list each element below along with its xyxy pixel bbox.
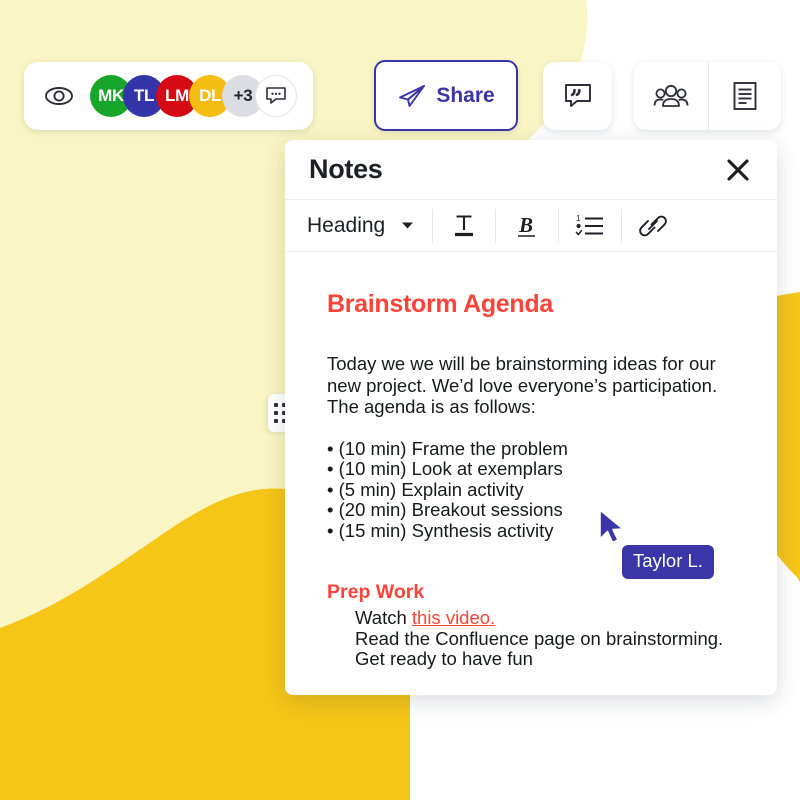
share-button[interactable]: Share: [374, 60, 518, 131]
document-icon: [733, 82, 757, 110]
svg-text:B: B: [518, 213, 533, 237]
video-link[interactable]: this video.: [412, 607, 495, 628]
close-panel-button[interactable]: [721, 153, 755, 187]
avatar-initials: TL: [133, 86, 155, 105]
list-button[interactable]: 1: [559, 200, 621, 251]
panel-title: Notes: [309, 154, 383, 184]
text-underline-icon: [455, 214, 474, 236]
agenda-list-item: • (15 min) Synthesis activity: [327, 519, 554, 541]
agenda-list-item: • (10 min) Look at exemplars: [327, 458, 563, 479]
text-style-dropdown[interactable]: Heading: [307, 200, 432, 251]
prep-line-fun: Get ready to have fun: [355, 648, 533, 669]
bold-italic-icon: B: [518, 213, 536, 237]
avatar-initials: DL: [198, 86, 222, 105]
eye-icon: [45, 87, 73, 105]
prep-line-read: Read the Confluence page on brainstormin…: [355, 627, 724, 649]
link-chain-icon: [639, 215, 668, 236]
editor-toolbar: Heading B 1: [285, 200, 777, 252]
avatar-initials: LM: [165, 86, 189, 105]
chevron-down-icon: [402, 222, 414, 229]
prep-work-list: Watch this video. Read the Confluence pa…: [327, 607, 747, 670]
people-group-icon: [653, 84, 689, 107]
close-icon: [727, 158, 749, 181]
text-format-button[interactable]: [433, 200, 495, 251]
share-button-label: Share: [436, 83, 495, 107]
avatar-overflow-label: +3: [233, 86, 253, 105]
comment-avatar-button[interactable]: [255, 75, 297, 117]
notes-panel: Notes Heading B 1 Brainstorm Agenda Toda…: [285, 140, 777, 695]
avatar-stack: MK TL LM DL +3: [90, 75, 297, 117]
text-style-label: Heading: [307, 213, 386, 237]
paper-plane-icon: [399, 84, 426, 107]
prep-line-watch: Watch this video.: [355, 607, 747, 629]
participants-button[interactable]: [634, 62, 708, 130]
comment-tool-button[interactable]: [543, 62, 612, 130]
visibility-toggle[interactable]: [38, 75, 80, 117]
right-tool-card: [634, 62, 781, 130]
notes-document-button[interactable]: [707, 62, 782, 130]
presence-bar: MK TL LM DL +3: [24, 62, 313, 130]
ordered-list-icon: 1: [575, 214, 604, 235]
document-heading: Brainstorm Agenda: [327, 290, 553, 318]
bold-button[interactable]: B: [496, 200, 558, 251]
document-subheading: Prep Work: [327, 581, 425, 603]
notes-panel-header: Notes: [285, 140, 777, 200]
notes-editor-content[interactable]: Brainstorm Agenda Today we we will be br…: [285, 252, 777, 695]
document-paragraph: Today we we will be brainstorming ideas …: [327, 353, 718, 417]
agenda-list: • (10 min) Frame the problem • (10 min) …: [327, 437, 747, 542]
avatar-initials: MK: [98, 86, 124, 105]
agenda-list-item: • (10 min) Frame the problem: [327, 437, 568, 459]
link-button[interactable]: [622, 200, 684, 251]
chat-bubble-icon: [266, 87, 286, 104]
svg-text:1: 1: [576, 214, 581, 223]
agenda-list-item: • (20 min) Breakout sessions: [327, 499, 563, 520]
quote-bubble-icon: [564, 84, 591, 107]
prep-line-watch-prefix: Watch: [355, 607, 412, 628]
agenda-list-item: • (5 min) Explain activity: [327, 478, 524, 500]
